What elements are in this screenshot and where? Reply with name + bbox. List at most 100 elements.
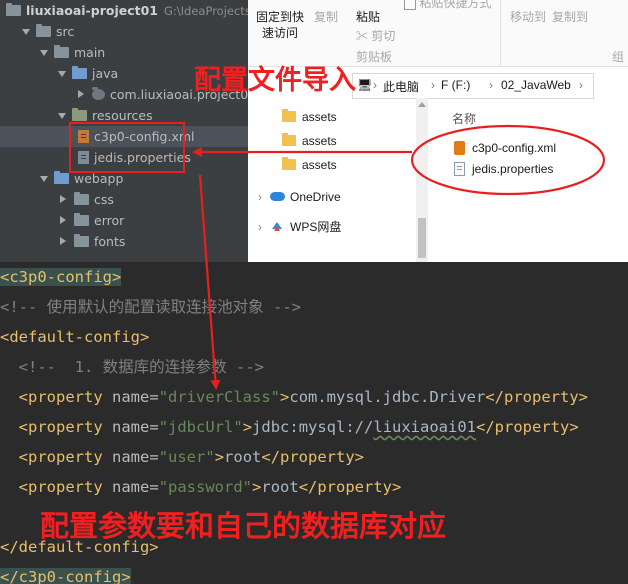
- xml-tag: </property>: [261, 448, 365, 466]
- tree-item-fonts[interactable]: fonts: [0, 231, 248, 252]
- xml-comment: <!-- 使用默认的配置读取连接池对象 -->: [0, 298, 301, 316]
- cloud-icon: [270, 192, 285, 201]
- folder-icon: [54, 45, 69, 58]
- chevron-right-icon: ›: [373, 78, 377, 92]
- breadcrumb-folder[interactable]: 02_JavaWeb: [501, 78, 571, 92]
- xml-tag: >: [242, 418, 253, 436]
- xml-comment: <!-- 1. 数据库的连接参数 -->: [18, 358, 264, 376]
- expand-arrow-icon[interactable]: [58, 113, 66, 119]
- tree-item-label: css: [94, 192, 114, 207]
- xml-tag: <property: [18, 388, 103, 406]
- tree-item-label: fonts: [94, 234, 126, 249]
- code-line: <!-- 使用默认的配置读取连接池对象 -->: [0, 292, 301, 322]
- expand-arrow-icon[interactable]: [58, 71, 66, 77]
- resources-folder-icon: [72, 108, 87, 121]
- xml-tag: <default-config>: [0, 328, 150, 346]
- move-to-button[interactable]: 移动到: [510, 8, 546, 25]
- pin-quick-access-button[interactable]: 固定到快: [256, 8, 304, 25]
- xml-file-icon: [454, 141, 465, 155]
- code-line: <property name="jdbcUrl">jdbc:mysql://li…: [0, 412, 579, 442]
- xml-text: root: [261, 478, 299, 496]
- code-line: <property name="password">root</property…: [0, 472, 402, 502]
- expand-arrow-icon[interactable]: [40, 50, 48, 56]
- collapse-arrow-icon[interactable]: [60, 237, 66, 245]
- project-name: liuxiaoai-project01: [26, 3, 158, 18]
- nav-scrollbar[interactable]: [416, 98, 428, 262]
- folder-icon: [282, 109, 296, 122]
- xml-attr: name=: [112, 478, 159, 496]
- xml-tag: </c3p0-config>: [0, 568, 131, 584]
- paste-button[interactable]: 粘贴: [356, 8, 380, 25]
- code-line: <property name="user">root</property>: [0, 442, 364, 472]
- xml-tag: </property>: [476, 418, 579, 436]
- collapse-arrow-icon[interactable]: [78, 90, 84, 98]
- organize-group-label: 组: [612, 50, 625, 64]
- file-explorer-window: 固定到快 速访问 复制 粘贴 ✂ 剪切 剪贴板 粘贴快捷方式 移动到 复制到 组…: [248, 0, 628, 262]
- copy-button[interactable]: 复制: [314, 8, 338, 25]
- breadcrumb-this-pc[interactable]: 此电脑: [383, 78, 419, 95]
- xml-attr-value: "user": [158, 448, 215, 466]
- xml-text: com.mysql.jdbc.Driver: [289, 388, 486, 406]
- chevron-right-icon: ›: [489, 78, 493, 92]
- cut-button[interactable]: ✂ 剪切: [356, 27, 395, 44]
- file-item-jedis-properties[interactable]: jedis.properties: [454, 159, 554, 179]
- code-line: <default-config>: [0, 322, 149, 352]
- cut-label: 剪切: [371, 29, 396, 43]
- xml-tag: >: [214, 448, 225, 466]
- web-folder-icon: [54, 171, 69, 184]
- collapse-arrow-icon[interactable]: [60, 195, 66, 203]
- nav-item-label: assets: [302, 134, 337, 148]
- xml-tag: >: [252, 478, 262, 496]
- tree-item-label: src: [56, 24, 75, 39]
- code-line: <c3p0-config>: [0, 262, 122, 292]
- breadcrumb-drive[interactable]: F (F:): [441, 78, 470, 92]
- xml-tag: </property>: [298, 478, 402, 496]
- xml-tag: <property: [18, 448, 103, 466]
- nav-item-label: assets: [302, 110, 337, 124]
- column-header-name[interactable]: 名称: [452, 110, 476, 127]
- xml-tag: </property>: [485, 388, 588, 406]
- folder-icon: [36, 24, 51, 37]
- shortcut-icon: [404, 0, 416, 10]
- explorer-ribbon: 固定到快 速访问 复制 粘贴 ✂ 剪切 剪贴板 粘贴快捷方式 移动到 复制到 组: [248, 0, 628, 67]
- expand-arrow-icon[interactable]: [22, 29, 30, 35]
- scroll-thumb[interactable]: [418, 218, 426, 258]
- project-path: G:\IdeaProjectsd\: [164, 4, 248, 18]
- folder-icon: [6, 3, 21, 16]
- xml-text: root: [224, 448, 262, 466]
- project-root-row[interactable]: liuxiaoai-project01 G:\IdeaProjectsd\: [0, 0, 248, 21]
- code-line: </c3p0-config>: [0, 562, 131, 584]
- xml-tag: <c3p0-config>: [0, 268, 122, 286]
- annotation-import-config: 配置文件导入: [194, 65, 356, 96]
- expand-arrow-icon[interactable]: [40, 176, 48, 182]
- pin-quick-access-label-2[interactable]: 速访问: [262, 24, 298, 41]
- file-label: jedis.properties: [472, 162, 554, 176]
- highlight-box: [69, 122, 185, 173]
- xml-attr: name=: [112, 388, 159, 406]
- file-item-c3p0-config[interactable]: c3p0-config.xml: [454, 138, 556, 158]
- folder-icon: [282, 157, 296, 170]
- nav-item-label: assets: [302, 158, 337, 172]
- annotation-match-database: 配置参数要和自己的数据库对应: [40, 509, 447, 543]
- folder-icon: [282, 133, 296, 146]
- copy-to-button[interactable]: 复制到: [552, 8, 588, 25]
- navigation-pane: assets assets assets › OneDrive › WPS网盘: [248, 100, 428, 262]
- scroll-up-icon[interactable]: [418, 102, 426, 107]
- collapse-arrow-icon[interactable]: [60, 216, 66, 224]
- tree-item-error[interactable]: error: [0, 210, 248, 231]
- address-bar[interactable]: 🖥 › 此电脑 › F (F:) › 02_JavaWeb ›: [352, 73, 594, 99]
- paste-shortcut-button[interactable]: 粘贴快捷方式: [404, 0, 491, 11]
- nav-item-label: OneDrive: [290, 190, 341, 204]
- tree-item-css[interactable]: css: [0, 189, 248, 210]
- xml-attr-value: "jdbcUrl": [158, 418, 243, 436]
- code-line: <property name="driverClass">com.mysql.j…: [0, 382, 588, 412]
- xml-text: jdbc:mysql://: [252, 418, 374, 436]
- tree-item-src[interactable]: src: [0, 21, 248, 42]
- tree-item-label: main: [74, 45, 106, 60]
- chevron-right-icon: ›: [258, 190, 262, 204]
- scissors-icon: ✂: [356, 29, 369, 43]
- folder-icon: [74, 213, 89, 226]
- wps-cloud-icon: [272, 222, 282, 231]
- folder-icon: [74, 234, 89, 247]
- file-list: 名称 c3p0-config.xml jedis.properties: [444, 100, 628, 262]
